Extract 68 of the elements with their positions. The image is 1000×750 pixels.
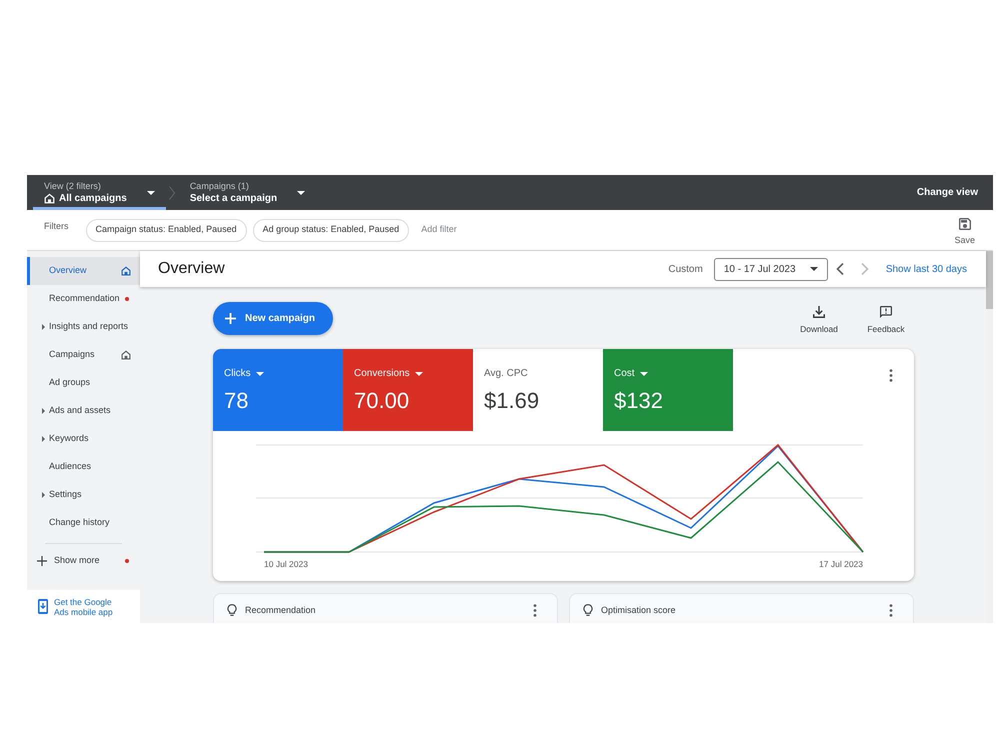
save-button[interactable]: Save [946, 218, 993, 248]
mobile-app-link[interactable]: Get the Google Ads mobile app [54, 596, 118, 616]
metric-tile[interactable]: Conversions 70.00 [343, 349, 473, 431]
sidebar-item[interactable]: Campaigns [27, 341, 140, 369]
add-filter-button[interactable]: Add filter [417, 223, 461, 237]
plus-icon [37, 556, 47, 566]
download-button[interactable]: Download [793, 302, 845, 336]
caret-icon [256, 372, 264, 376]
sidebar-item[interactable]: Keywords [27, 425, 140, 453]
metric-value: 78 [224, 388, 250, 414]
axis-label: 17 Jul 2023 [819, 558, 863, 571]
new-campaign-button[interactable]: New campaign [213, 302, 333, 335]
expand-caret-icon [42, 408, 45, 414]
show-more-button[interactable]: Show more [27, 549, 140, 573]
metric-tile[interactable]: Cost $132 [603, 349, 733, 431]
sidebar-item[interactable]: Recommendation [27, 285, 140, 313]
chevron-left-icon [836, 263, 844, 275]
more-options-icon[interactable] [533, 604, 537, 617]
filter-chip[interactable]: Ad group status: Enabled, Paused [252, 218, 410, 242]
feedback-button[interactable]: Feedback [860, 302, 912, 336]
metric-label: Clicks [224, 367, 251, 381]
date-range-dropdown[interactable]: 10 - 17 Jul 2023 [714, 258, 828, 280]
change-view-button[interactable]: Change view [916, 185, 993, 200]
expand-caret-icon [42, 324, 45, 330]
axis-label: 10 Jul 2023 [264, 558, 308, 571]
sidebar-item[interactable]: Ads and assets [27, 397, 140, 425]
sidebar-item[interactable]: Audiences [27, 453, 140, 481]
save-icon [958, 218, 971, 230]
range-label: Custom [668, 262, 703, 276]
caret-icon [146, 190, 155, 194]
caret-icon [297, 190, 306, 194]
expand-caret-icon [42, 436, 45, 442]
metric-value: 70.00 [354, 388, 410, 414]
chevron-separator-icon [168, 186, 175, 200]
plus-icon [225, 313, 236, 324]
sidebar-item[interactable]: Change history [27, 509, 140, 537]
sidebar-item[interactable]: Overview [27, 257, 140, 285]
phone-download-icon [38, 599, 48, 614]
metric-label: Cost [614, 367, 635, 381]
card-title: Optimisation score [601, 604, 676, 617]
home-icon [44, 193, 55, 204]
metric-label: Avg. CPC [484, 367, 528, 381]
sidebar-item[interactable]: Settings [27, 481, 140, 509]
lightbulb-icon [227, 604, 237, 616]
view-dropdown[interactable]: View (2 filters) All campaigns [33, 175, 166, 210]
chevron-right-icon [860, 263, 869, 275]
sidebar-item[interactable]: Insights and reports [27, 313, 140, 341]
download-icon [813, 306, 825, 318]
sidebar-item[interactable]: Ad groups [27, 369, 140, 397]
lightbulb-icon [583, 604, 593, 616]
filters-label: Filters [44, 220, 68, 234]
campaign-dropdown[interactable]: Campaigns (1) Select a campaign [178, 175, 316, 210]
card-title: Recommendation [245, 604, 316, 617]
page-title: Overview [158, 259, 225, 279]
caret-icon [640, 372, 648, 376]
metric-tile[interactable]: Clicks 78 [213, 349, 343, 431]
more-options-icon[interactable] [889, 369, 893, 382]
metric-value: $1.69 [484, 388, 540, 414]
expand-caret-icon [42, 492, 45, 498]
filter-chip[interactable]: Campaign status: Enabled, Paused [86, 218, 247, 242]
more-options-icon[interactable] [889, 604, 893, 617]
caret-icon [414, 372, 423, 376]
metric-value: $132 [614, 388, 664, 414]
metric-label: Conversions [354, 367, 410, 381]
scrollbar-thumb[interactable] [986, 251, 993, 309]
show-last-30-days-link[interactable]: Show last 30 days [886, 262, 967, 276]
feedback-icon [880, 306, 892, 318]
caret-icon [810, 267, 818, 271]
